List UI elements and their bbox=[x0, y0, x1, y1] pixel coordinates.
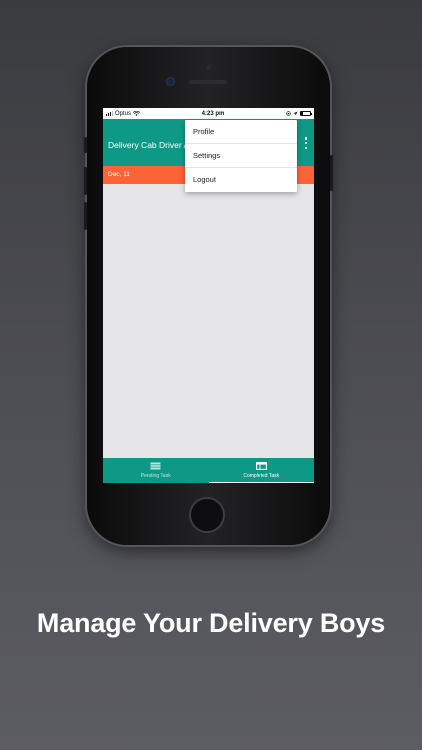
battery-icon bbox=[299, 111, 312, 116]
tab-completed-task[interactable]: Completed Task bbox=[208, 458, 315, 483]
wifi-icon bbox=[133, 111, 141, 116]
menu-item-logout[interactable]: Logout bbox=[185, 168, 297, 192]
proximity-sensor bbox=[206, 65, 211, 70]
menu-item-settings[interactable]: Settings bbox=[185, 144, 297, 168]
rotation-lock-icon bbox=[286, 111, 291, 116]
bottom-nav: Pending Task Completed Task bbox=[103, 458, 314, 483]
signal-icon bbox=[106, 111, 113, 116]
stack-icon bbox=[150, 462, 161, 470]
more-vert-icon[interactable] bbox=[304, 137, 308, 149]
marketing-headline: Manage Your Delivery Boys bbox=[36, 608, 386, 638]
tab-pending-task[interactable]: Pending Task bbox=[103, 458, 209, 483]
location-arrow-icon bbox=[293, 111, 298, 116]
volume-down-button bbox=[84, 202, 87, 230]
carrier-label: Optus bbox=[115, 110, 132, 117]
front-camera-icon bbox=[167, 78, 174, 85]
home-button[interactable] bbox=[189, 497, 225, 533]
date-label: Dec, 11 bbox=[108, 171, 130, 178]
power-button bbox=[330, 155, 333, 191]
mute-switch bbox=[84, 137, 87, 153]
earpiece-speaker bbox=[189, 80, 227, 84]
tab-label-pending: Pending Task bbox=[140, 473, 171, 479]
calendar-icon bbox=[255, 462, 267, 470]
volume-up-button bbox=[84, 167, 87, 195]
clock: 4:23 pm bbox=[201, 110, 225, 117]
overflow-menu: Profile Settings Logout bbox=[185, 120, 297, 192]
phone-frame: Optus 4:23 pm Delivery Cab Driver App De… bbox=[84, 47, 333, 545]
tab-label-completed: Completed Task bbox=[243, 473, 280, 479]
app-screen: Optus 4:23 pm Delivery Cab Driver App De… bbox=[103, 108, 314, 483]
menu-item-profile[interactable]: Profile bbox=[185, 120, 297, 144]
status-bar: Optus 4:23 pm bbox=[103, 108, 314, 119]
